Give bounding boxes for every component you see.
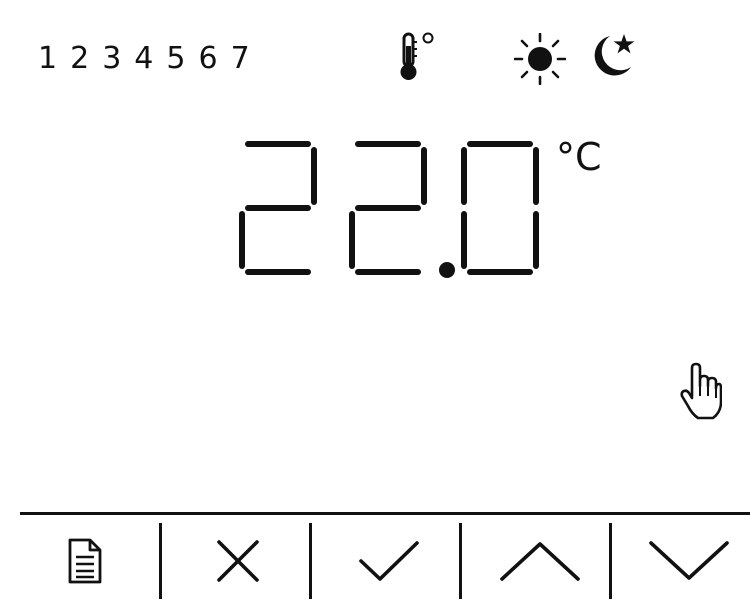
toolbar-separator [459,523,462,599]
check-icon [359,541,419,581]
day-4: 4 [134,41,154,76]
day-5: 5 [166,41,186,76]
down-button[interactable] [630,522,748,600]
close-icon [217,540,259,582]
weekday-indicators: 1 2 3 4 5 6 7 [38,37,250,81]
seven-segment-digits [239,141,539,278]
hand-pointer-icon [680,362,722,420]
up-button[interactable] [480,522,600,600]
temperature-unit: °C [556,135,602,179]
toolbar-divider [20,512,750,515]
day-6: 6 [198,41,218,76]
day-3: 3 [102,41,122,76]
sun-icon [514,33,566,85]
menu-button[interactable] [30,522,140,600]
toolbar-separator [159,523,162,599]
day-7: 7 [230,41,250,76]
day-1: 1 [38,41,58,76]
toolbar-separator [309,523,312,599]
toolbar-separator [609,523,612,599]
confirm-button[interactable] [330,522,448,600]
temperature-display: 22.0 [236,138,556,286]
temperature-value: 22.0 [236,286,237,287]
moon-star-icon [586,31,638,83]
cancel-button[interactable] [180,522,296,600]
chevron-down-icon [649,541,729,580]
chevron-up-icon [500,542,580,581]
document-icon [68,538,102,584]
day-2: 2 [70,41,90,76]
decimal-point [439,262,455,278]
thermometer-icon [395,30,439,84]
